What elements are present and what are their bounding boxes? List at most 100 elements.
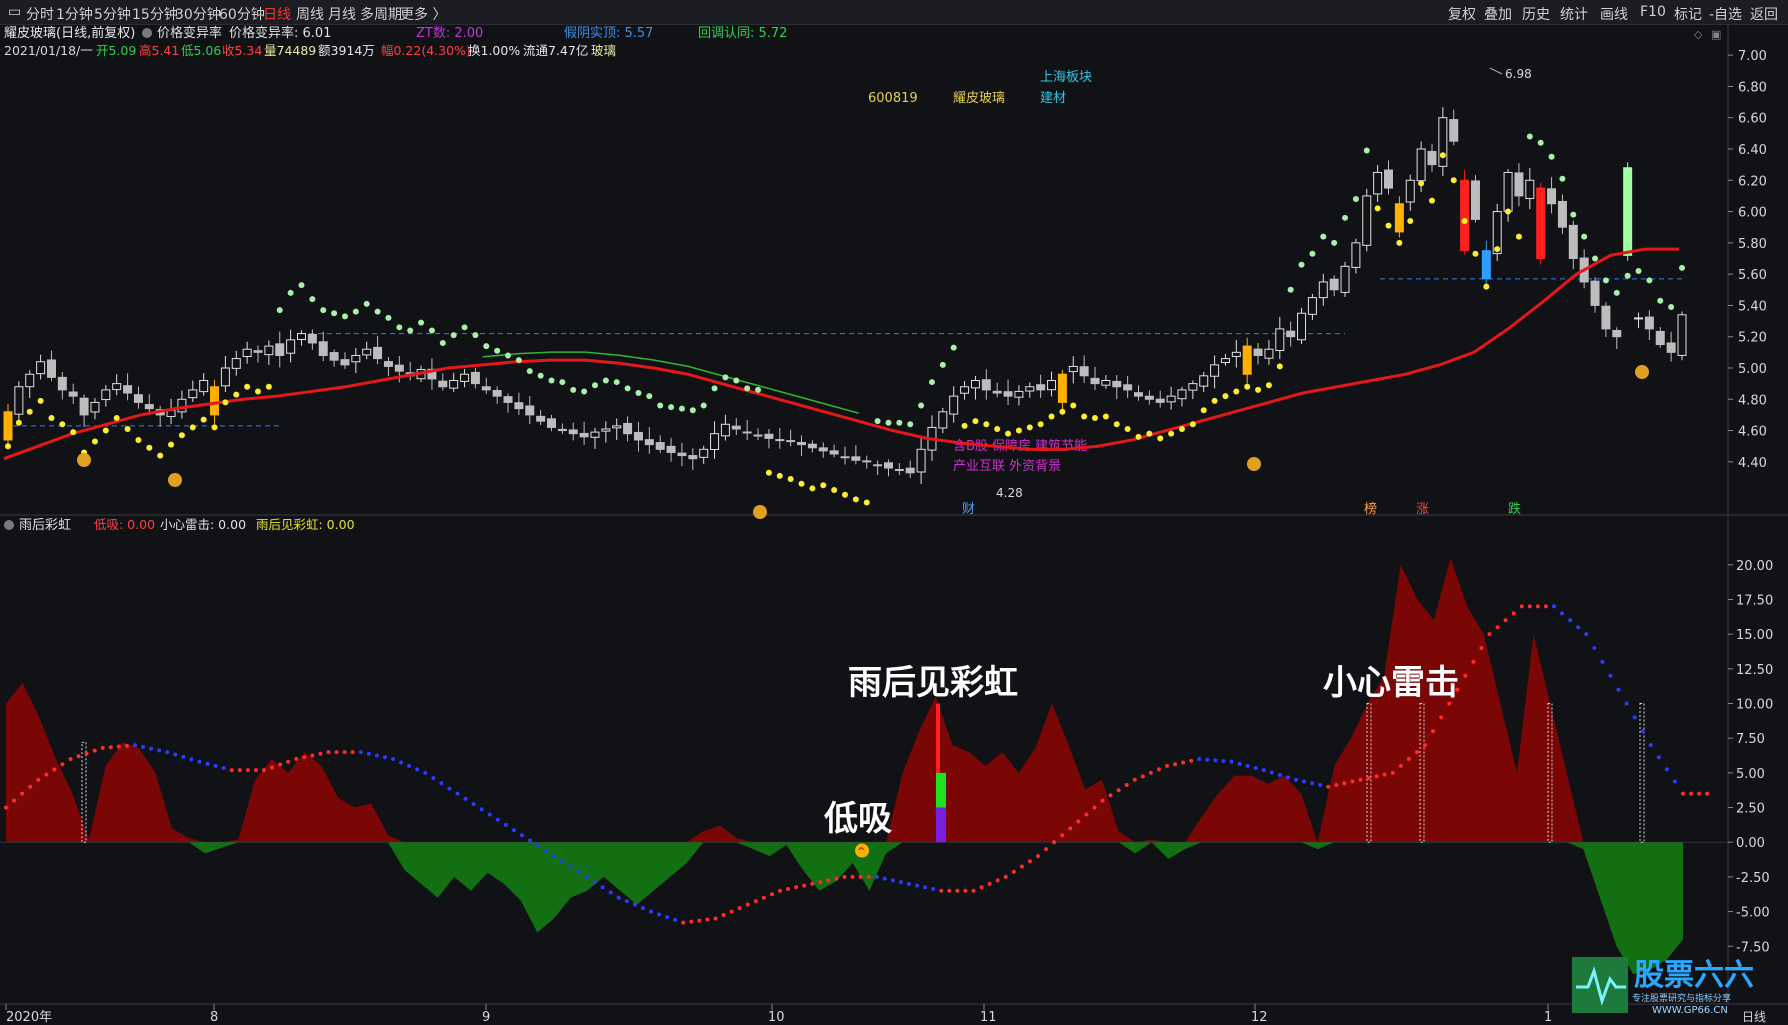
period-tab[interactable]: 1分钟 [56,4,93,24]
trend-dot [1382,772,1387,777]
sar-dot [646,393,653,400]
trend-dot [1624,701,1629,706]
candle-body [1057,373,1067,403]
toolbar-action-button[interactable]: 统计 [1560,4,1588,24]
site-watermark: 股票六六 专注股票研究与指标分享 WWW.GP66.CN [1572,957,1754,1016]
industry-label: 建材 [1040,91,1066,106]
period-tab[interactable]: 多周期 [360,4,402,24]
toolbar-action-button[interactable]: 叠加 [1484,4,1512,24]
toolbar-action-button[interactable]: F10 [1640,4,1666,20]
sar-dot [624,385,631,392]
sar-dot [1461,217,1468,224]
sar-dot [1679,264,1685,271]
trend-dot [1463,673,1468,678]
trend-dot [632,902,637,907]
candle-body [525,405,535,416]
candle-body [481,386,491,391]
candle-body [1427,150,1437,166]
price-tick-label: 5.00 [1738,362,1767,377]
candle-body [797,441,807,446]
candle-body [1568,224,1578,259]
sar-dot [1059,408,1066,415]
trend-dot [1374,774,1379,779]
candle-body [568,429,578,435]
trend-dot [1656,755,1661,760]
toolbar-action-button[interactable]: -自选 [1709,4,1742,24]
trend-dot [544,848,549,853]
period-tab[interactable]: 周线 [296,4,324,24]
trend-dot [302,755,307,760]
trend-dot [882,876,887,881]
trend-dot [931,887,936,892]
watermark-logo-icon [1572,957,1628,1013]
indicator-tick-label: 17.50 [1736,593,1773,608]
sar-dot [1483,283,1490,290]
trend-dot [124,743,129,748]
trend-dot [1552,604,1556,609]
trend-dot [1132,777,1137,782]
toolbar-action-button[interactable]: 历史 [1522,4,1550,24]
quote-high: 高5.41 [139,43,179,58]
indicator-value-dixi: 低吸: 0.00 [94,517,155,532]
time-axis-label: 10 [768,1010,785,1025]
period-tab[interactable]: 月线 [328,4,356,24]
candle-body [296,333,306,340]
trend-dot [1197,757,1202,761]
trend-dot [1092,805,1097,810]
candle-body [655,442,665,450]
trend-dot [1116,788,1121,793]
sar-dot [1015,427,1022,434]
period-tab[interactable]: 30分钟 [175,4,221,24]
sar-dot [765,469,772,476]
candle-body [514,402,524,410]
trend-dot [576,869,581,874]
trend-dot [1543,604,1548,609]
trend-dot [76,754,81,759]
trend-dot [1616,687,1621,692]
trend-dot [1334,783,1339,788]
toolbar-action-button[interactable]: 标记 [1674,4,1702,24]
candle-body [742,431,752,434]
trend-dot [20,791,25,796]
toolbar-action-button[interactable]: 画线 [1600,4,1628,24]
sar-dot [1222,393,1229,400]
sar-dot [70,429,77,436]
sar-dot [961,422,968,429]
candle-body [438,380,448,388]
sar-dot [352,308,359,315]
period-tab[interactable]: 15分钟 [132,4,178,24]
sar-dot [1168,430,1175,437]
sar-dot [113,415,120,422]
low-price-label: 4.28 [996,486,1023,500]
candle-body [242,348,252,357]
window-menu-icon[interactable]: ▭ [8,4,21,20]
trend-dot [1302,779,1307,784]
period-tab[interactable]: 日线 [263,4,291,24]
sar-dot [635,390,642,397]
toolbar-action-button[interactable]: 复权 [1448,4,1476,24]
candle-body [286,339,296,354]
sar-dot [1102,413,1109,420]
candle-body [79,397,89,416]
sar-dot [472,332,479,339]
candle-body [938,411,948,429]
trend-dot [697,918,702,923]
sar-dot [820,482,827,489]
period-tab[interactable]: 5分钟 [94,4,131,24]
sar-dot [1342,214,1349,221]
candle-body [1503,171,1513,212]
period-tab[interactable]: 60分钟 [219,4,265,24]
toolbar-action-button[interactable]: 返回 [1750,4,1778,24]
trend-dot [1052,840,1057,845]
sar-dot [1189,421,1196,428]
candle-body [1112,380,1122,388]
candle-body [373,346,383,360]
period-tab[interactable]: 更多 〉 [400,4,446,24]
trend-dot [68,757,73,761]
trend-dot [294,757,299,761]
candle-body [1384,169,1394,189]
period-tab[interactable]: 分时 [26,4,54,24]
candle-body [1644,316,1654,330]
trend-dot [923,885,928,890]
trend-dot [1431,729,1436,734]
